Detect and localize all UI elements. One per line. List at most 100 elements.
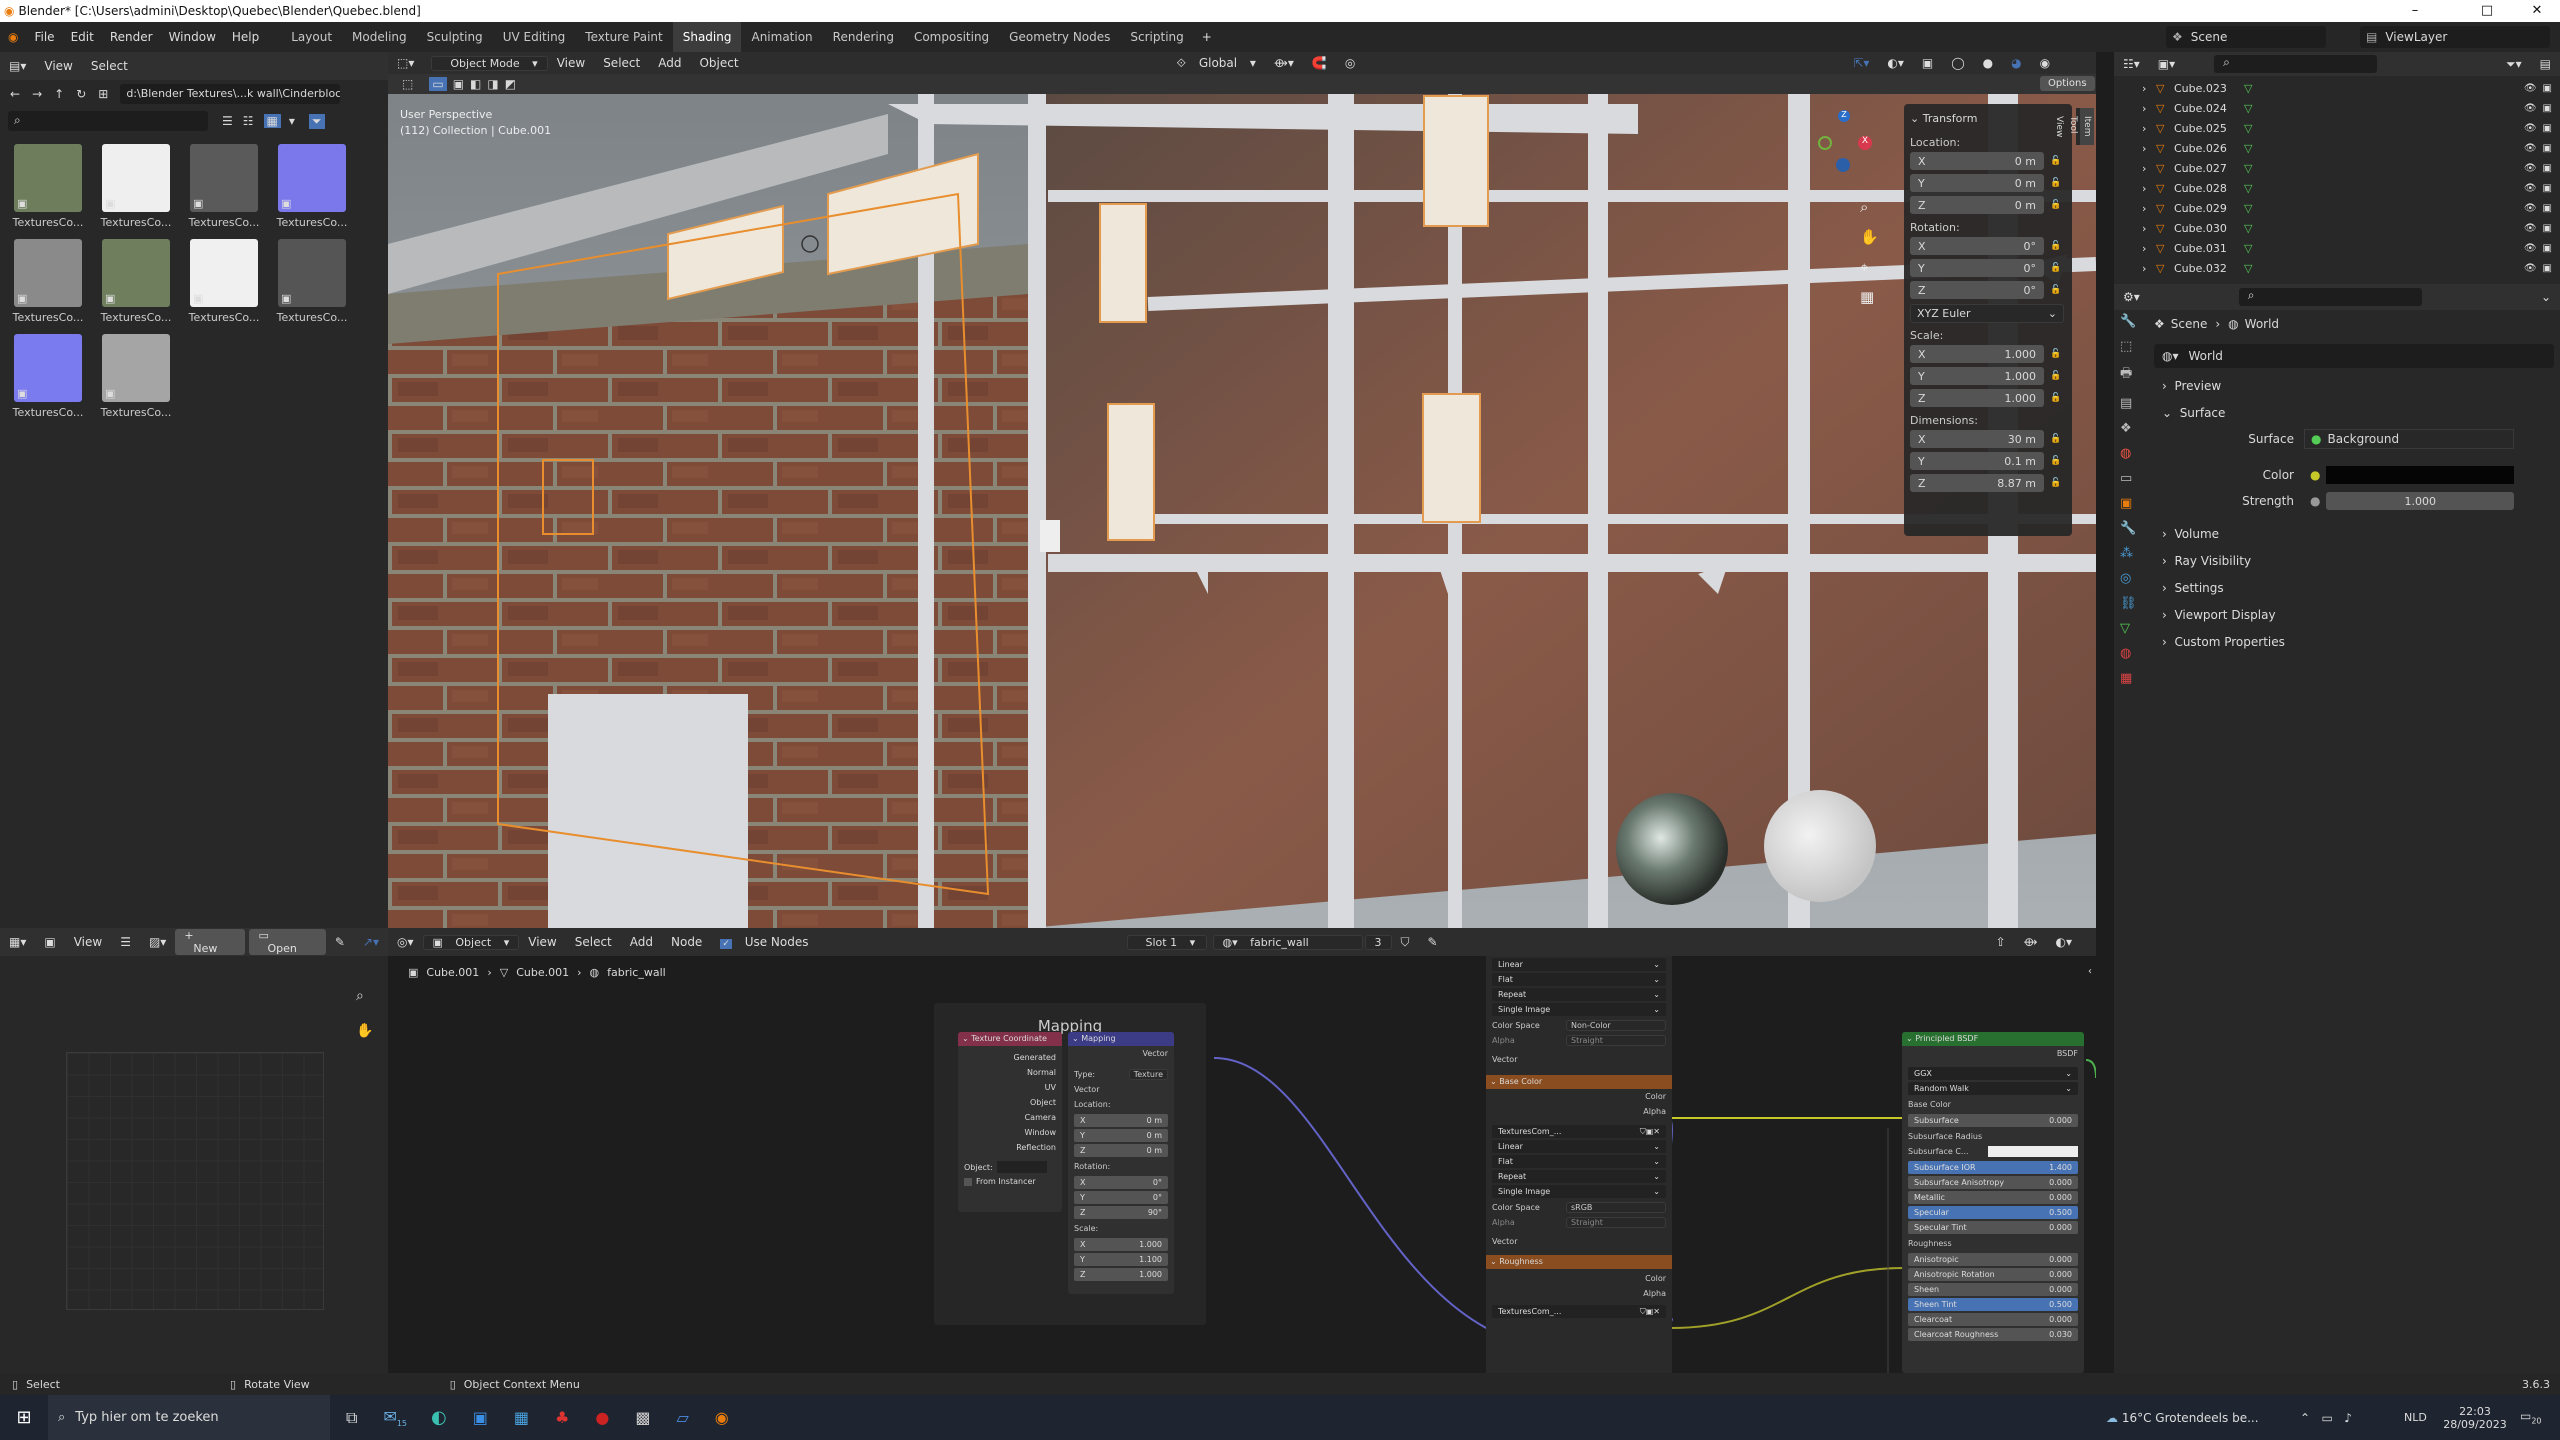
texture-thumbnail[interactable]: ▣ xyxy=(190,144,258,212)
render-camera-icon[interactable]: ▣ xyxy=(2543,263,2552,274)
viewport-editor-type-icon[interactable]: ⬚▾ xyxy=(388,56,423,70)
display-mode-icon[interactable]: ▣▾ xyxy=(2149,57,2184,71)
mapping-header[interactable]: ⌄ Mapping xyxy=(1068,1032,1174,1046)
mapping-scale-x[interactable]: X 1.000 xyxy=(1074,1238,1168,1251)
ie-new-button[interactable]: + New xyxy=(175,929,246,955)
pivot-icon[interactable]: ⟴▾ xyxy=(1265,56,1303,70)
app-icon-2[interactable]: ▦ xyxy=(514,1408,529,1427)
tab-tool[interactable]: Tool xyxy=(2066,108,2080,145)
fb-view-menu[interactable]: View xyxy=(35,59,81,73)
select-extend-icon[interactable]: ▣ xyxy=(453,77,464,91)
lock-icon[interactable]: 🔓 xyxy=(2050,371,2061,381)
outliner-row[interactable]: › ▽ Cube.029 ▽ 👁 ▣ xyxy=(2114,198,2560,218)
texcoord-output-camera[interactable]: Camera xyxy=(958,1110,1056,1125)
texture-thumbnail[interactable]: ▣ xyxy=(102,144,170,212)
lock-icon[interactable]: 🔓 xyxy=(2050,349,2061,359)
bsdf-field-sheen[interactable]: Sheen 0.000 xyxy=(1908,1283,2078,1296)
workspace-tab-geometry-nodes[interactable]: Geometry Nodes xyxy=(999,22,1120,52)
bsdf-header[interactable]: ⌄ Principled BSDF xyxy=(1902,1032,2084,1046)
fb-thumbnail-item[interactable]: ▣ TexturesCo... xyxy=(92,334,180,419)
lock-icon[interactable]: 🔓 xyxy=(2050,393,2061,403)
snap-icon[interactable]: 🧲 xyxy=(1303,56,1336,70)
mapping-location-y[interactable]: Y 0 m xyxy=(1074,1129,1168,1142)
base-color-colorspace-dropdown[interactable]: sRGB xyxy=(1566,1202,1666,1213)
modifier-tab-icon[interactable]: 🔧 xyxy=(2120,521,2144,536)
section-settings[interactable]: › Settings xyxy=(2154,574,2554,601)
app-icon-1[interactable]: ▣ xyxy=(473,1408,488,1427)
menu-render[interactable]: Render xyxy=(102,30,161,44)
base-color-setting-1[interactable]: Flat ⌄ xyxy=(1492,1155,1666,1168)
shading-wire-icon[interactable]: ◯ xyxy=(1942,56,1973,70)
ie-menu-icon[interactable]: ☰ xyxy=(111,935,140,949)
mapping-scale-z[interactable]: Z 1.000 xyxy=(1074,1268,1168,1281)
world-selector[interactable]: ◍▾ World xyxy=(2154,344,2554,368)
uv-grid[interactable] xyxy=(66,1052,324,1310)
shading-solid-icon[interactable]: ● xyxy=(1974,56,2002,70)
output-tab-icon[interactable]: 🖶 xyxy=(2120,364,2144,386)
clock[interactable]: 22:03 28/09/2023 xyxy=(2440,1405,2510,1431)
visibility-eye-icon[interactable]: 👁 xyxy=(2524,103,2537,114)
back-arrow-icon[interactable]: ← xyxy=(10,87,20,101)
roughness-image-selector[interactable]: TexturesCom_... ⛉▣✕ xyxy=(1492,1305,1666,1318)
particles-tab-icon[interactable]: ⁂ xyxy=(2120,546,2144,561)
bsdf-field-sheen-tint[interactable]: Sheen Tint 0.500 xyxy=(1908,1298,2078,1311)
section-ray-visibility[interactable]: › Ray Visibility xyxy=(2154,547,2554,574)
rotation-field-x[interactable]: X 0° xyxy=(1910,237,2044,255)
bsdf-output[interactable]: BSDF xyxy=(1902,1046,2084,1061)
outliner-row[interactable]: › ▽ Cube.025 ▽ 👁 ▣ xyxy=(2114,118,2560,138)
grid-ortho-icon[interactable]: ▦ xyxy=(1860,288,1874,306)
from-instancer-row[interactable]: From Instancer xyxy=(958,1177,1062,1186)
expand-arrow-icon[interactable]: › xyxy=(2142,122,2156,135)
texcoord-output-window[interactable]: Window xyxy=(958,1125,1056,1140)
location-field-x[interactable]: X 0 m xyxy=(1910,152,2044,170)
outliner-type-icon[interactable]: ☷▾ xyxy=(2114,57,2149,71)
object-picker-field[interactable] xyxy=(996,1161,1047,1173)
shading-material-icon[interactable]: ◕ xyxy=(2002,56,2030,70)
select-subtract-icon[interactable]: ◧ xyxy=(470,77,481,91)
fb-thumbnail-item[interactable]: ▣ TexturesCo... xyxy=(268,144,356,229)
visibility-eye-icon[interactable]: 👁 xyxy=(2524,243,2537,254)
img-top-colorspace-dropdown[interactable]: Non-Color xyxy=(1566,1020,1666,1031)
bsdf-field-metallic[interactable]: Metallic 0.000 xyxy=(1908,1191,2078,1204)
mapping-location-z[interactable]: Z 0 m xyxy=(1074,1144,1168,1157)
mapping-vector-input[interactable]: Vector xyxy=(1068,1082,1174,1097)
img-top-setting-1[interactable]: Flat ⌄ xyxy=(1492,973,1666,986)
section-surface[interactable]: ⌄ Surface xyxy=(2154,399,2554,426)
select-invert-icon[interactable]: ◨ xyxy=(487,77,498,91)
base-color-image-selector[interactable]: TexturesCom_... ⛉▣✕ xyxy=(1492,1125,1666,1138)
tab-item[interactable]: Item xyxy=(2080,108,2094,146)
shading-rendered-icon[interactable]: ◉ xyxy=(2031,56,2059,70)
bsdf-field-anisotropic-rotation[interactable]: Anisotropic Rotation 0.000 xyxy=(1908,1268,2078,1281)
visibility-eye-icon[interactable]: 👁 xyxy=(2524,83,2537,94)
section-viewport-display[interactable]: › Viewport Display xyxy=(2154,601,2554,628)
pan-hand-icon[interactable]: ✋ xyxy=(1860,228,1879,246)
render-camera-icon[interactable]: ▣ xyxy=(2543,203,2552,214)
roughness-node-header[interactable]: ⌄ Roughness xyxy=(1486,1255,1672,1269)
fb-thumbnail-item[interactable]: ▣ TexturesCo... xyxy=(92,144,180,229)
visibility-eye-icon[interactable]: 👁 xyxy=(2524,183,2537,194)
notification-icon[interactable]: ▭20 xyxy=(2520,1409,2542,1425)
scale-field-x[interactable]: X 1.000 xyxy=(1910,345,2044,363)
fb-thumbnail-item[interactable]: ▣ TexturesCo... xyxy=(92,239,180,324)
expand-arrow-icon[interactable]: › xyxy=(2142,202,2156,215)
lock-icon[interactable]: 🔓 xyxy=(2050,263,2061,273)
dimensions-field-x[interactable]: X 30 m xyxy=(1910,430,2044,448)
filter-icon[interactable]: ⏷ xyxy=(308,113,325,129)
bsdf-field-clearcoat[interactable]: Clearcoat 0.000 xyxy=(1908,1313,2078,1326)
workspace-tab-sculpting[interactable]: Sculpting xyxy=(417,22,493,52)
base-color-setting-2[interactable]: Repeat ⌄ xyxy=(1492,1170,1666,1183)
bsdf-input-subsurface-radius[interactable]: Subsurface Radius xyxy=(1902,1129,2084,1144)
fb-thumbnail-item[interactable]: ▣ TexturesCo... xyxy=(180,239,268,324)
ie-view-icon[interactable]: ▣ xyxy=(35,935,64,949)
texture-thumbnail[interactable]: ▣ xyxy=(102,334,170,402)
texture-thumbnail[interactable]: ▣ xyxy=(278,239,346,307)
editor-type-icon[interactable]: ▤▾ xyxy=(0,59,35,73)
base-color-node-header[interactable]: ⌄ Base Color xyxy=(1486,1075,1672,1089)
vp-select-menu[interactable]: Select xyxy=(594,56,649,70)
bsdf-input-roughness[interactable]: Roughness xyxy=(1902,1236,2084,1251)
texture-tab-icon[interactable]: ▦ xyxy=(2120,671,2144,686)
app-icon-5[interactable]: ▩ xyxy=(635,1408,650,1427)
expand-arrow-icon[interactable]: › xyxy=(2142,82,2156,95)
scene-selector[interactable]: ❖ Scene xyxy=(2166,26,2326,48)
texture-thumbnail[interactable]: ▣ xyxy=(14,239,82,307)
